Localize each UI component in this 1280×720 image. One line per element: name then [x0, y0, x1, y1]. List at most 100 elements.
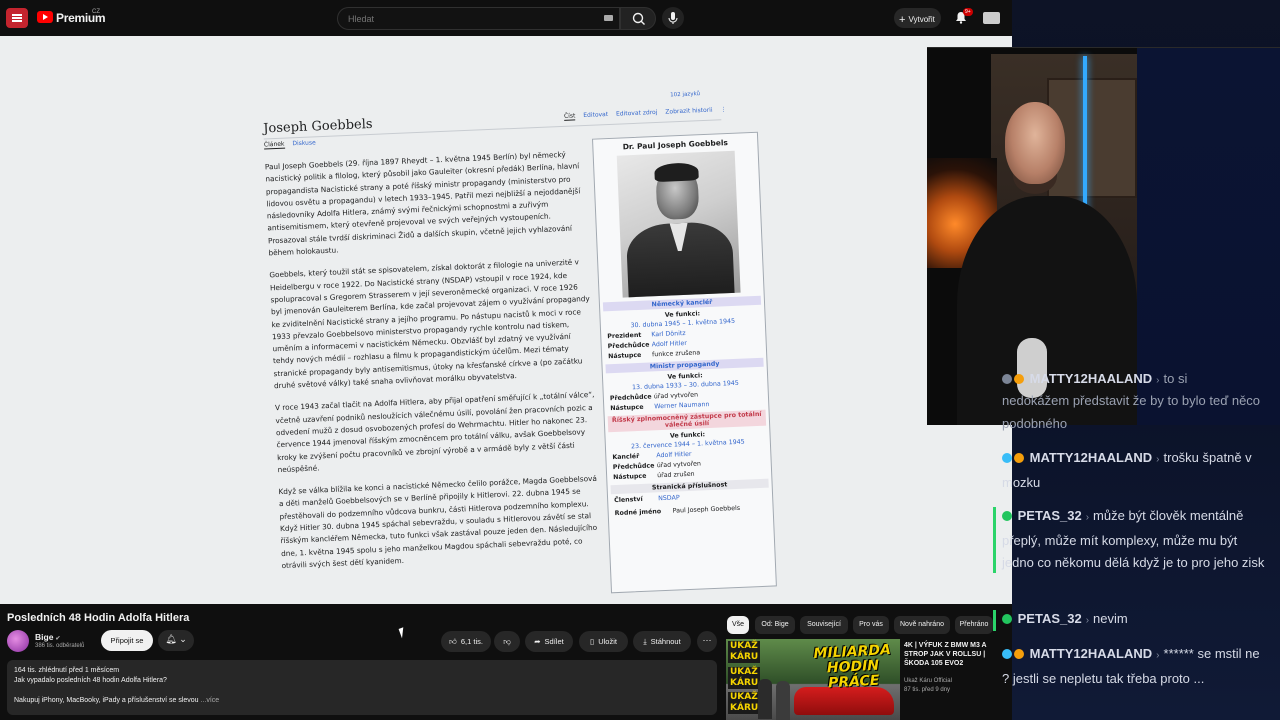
- create-button[interactable]: + Vytvořit: [894, 8, 941, 28]
- views-and-date: 164 tis. zhlédnutí před 1 měsícem: [14, 667, 120, 674]
- chip-for-you[interactable]: Pro vás: [853, 616, 889, 634]
- video-title: Posledních 48 Hodin Adolfa Hitlera: [7, 612, 190, 624]
- dislike-button[interactable]: 👎︎: [494, 631, 520, 652]
- badge-icon: [1002, 453, 1012, 463]
- more-icon: ⋮: [720, 106, 727, 114]
- chevron-right-icon: ›: [1156, 375, 1160, 386]
- chevron-right-icon: ›: [1085, 615, 1090, 626]
- youtube-topbar: Premium CZ +Vytvořit 9+: [0, 0, 1012, 36]
- wiki-action-history: Zobrazit historii: [665, 106, 713, 116]
- show-more-link[interactable]: ...více: [201, 697, 220, 704]
- badge-icon: [1014, 374, 1024, 384]
- subscriber-count: 386 tis. odběratelů: [35, 643, 85, 649]
- video-player[interactable]: 102 jazyků Joseph Goebbels Číst Editovat…: [0, 36, 1012, 604]
- search-box[interactable]: [337, 7, 620, 30]
- badge-icon: [1002, 511, 1012, 521]
- chat-username: MATTY12HAALAND: [1029, 371, 1153, 386]
- microphone-icon: [668, 12, 678, 24]
- chat-message: PETAS_32 › může být člověk mentálně přeplý…: [993, 505, 1280, 575]
- wiki-action-edit-source: Editovat zdroj: [615, 108, 658, 118]
- badge-icon: [1002, 614, 1012, 624]
- chip-related[interactable]: Související: [800, 616, 848, 634]
- bookmark-icon: ▯: [590, 637, 595, 646]
- channel-name[interactable]: Bige ✔: [35, 632, 60, 642]
- save-button[interactable]: ▯ Uložit: [579, 631, 628, 652]
- chip-watched[interactable]: Přehráno: [955, 616, 993, 634]
- youtube-logo-icon[interactable]: [37, 11, 53, 23]
- wiki-action-edit: Editovat: [583, 111, 609, 120]
- keyboard-icon[interactable]: [604, 15, 613, 21]
- like-button[interactable]: 👍︎ 6,1 tis.: [441, 631, 491, 652]
- wiki-actions: Číst Editovat Editovat zdroj Zobrazit hi…: [563, 106, 733, 121]
- chat-text: nevim: [1093, 611, 1128, 626]
- badge-icon: [1002, 649, 1012, 659]
- infobox-row: Rodné jméno Paul Joseph Goebbels: [614, 504, 741, 518]
- wiki-language-count: 102 jazyků: [670, 91, 701, 99]
- more-actions-button[interactable]: ⋯: [697, 631, 717, 652]
- wiki-paragraph: Goebbels, který toužil stát se spisovate…: [269, 257, 590, 391]
- chat-username: PETAS_32: [1017, 611, 1082, 626]
- chevron-down-icon: ⌄: [179, 634, 187, 644]
- wiki-article-body: Paul Joseph Goebbels (29. října 1897 Rhe…: [265, 148, 602, 582]
- highlight-bar: [993, 507, 996, 573]
- plus-icon: +: [899, 14, 906, 26]
- chat-username: PETAS_32: [1017, 508, 1082, 523]
- chat-message: PETAS_32 › nevim: [993, 608, 1280, 633]
- badge-icon: [1014, 649, 1024, 659]
- search-input[interactable]: [348, 14, 568, 24]
- bell-icon: 🔔︎: [165, 634, 177, 644]
- chip-all[interactable]: Vše: [727, 616, 749, 634]
- description-line: Nakupuj iPhony, MacBooky, iPady a příslu…: [14, 697, 220, 704]
- channel-avatar[interactable]: [7, 630, 29, 652]
- description-line: Jak vypadalo posledních 48 hodin Adolfa …: [14, 677, 167, 684]
- recommended-video-meta: Ukaž Káru Official 87 tis. před 9 dny: [904, 678, 952, 693]
- recommended-video-title[interactable]: 4K | VÝFUK Z BMW M3 A STROP JAK V ROLLSU…: [904, 641, 996, 668]
- wiki-tab-discussion: Diskuse: [292, 139, 316, 148]
- thumbs-up-icon: 👍︎: [449, 637, 457, 646]
- share-button[interactable]: ➦ Sdílet: [525, 631, 573, 652]
- badge-icon: [1014, 453, 1024, 463]
- chat-message: nedokážem představit že by to bylo teď n…: [993, 390, 1280, 435]
- voice-search-button[interactable]: [662, 7, 684, 29]
- search-icon: [632, 12, 645, 25]
- menu-icon[interactable]: [6, 8, 28, 28]
- thumbs-down-icon: 👎︎: [503, 637, 511, 646]
- wikipedia-page: 102 jazyků Joseph Goebbels Číst Editovat…: [250, 75, 812, 604]
- join-button[interactable]: Připojit se: [101, 630, 153, 651]
- wiki-action-read: Číst: [563, 112, 576, 121]
- chat-message: MATTY12HAALAND › to si: [993, 368, 1280, 393]
- download-button[interactable]: ⤓ Stáhnout: [633, 631, 691, 652]
- more-icon: ⋯: [702, 635, 712, 645]
- wiki-infobox: Dr. Paul Joseph Goebbels Německý kancléř…: [592, 131, 777, 594]
- share-icon: ➦: [534, 637, 541, 646]
- mouse-cursor-icon: [398, 625, 412, 639]
- chevron-right-icon: ›: [1085, 512, 1090, 523]
- chip-recently-uploaded[interactable]: Nově nahráno: [894, 616, 950, 634]
- portrait-photo: [616, 150, 741, 298]
- account-avatar[interactable]: [983, 12, 1000, 24]
- wiki-paragraph: Když se válka blížila ke konci a nacisti…: [278, 473, 598, 570]
- highlight-bar: [993, 610, 996, 631]
- chat-username: MATTY12HAALAND: [1029, 646, 1153, 661]
- chevron-right-icon: ›: [1156, 650, 1160, 661]
- chevron-right-icon: ›: [1156, 454, 1160, 465]
- thumbnail-headline: MILIARDA HODIN PRÁCE: [813, 642, 892, 692]
- badge-icon: [1002, 374, 1012, 384]
- wiki-tab-article: Článek: [263, 140, 285, 150]
- video-description[interactable]: 164 tis. zhlédnutí před 1 měsícem Jak vy…: [7, 660, 717, 715]
- country-code: CZ: [92, 9, 100, 15]
- chat-message: MATTY12HAALAND › trošku špatně v mozku: [993, 447, 1280, 494]
- recommended-video-thumbnail[interactable]: UKAŽ KÁRU UKAŽ KÁRU UKAŽ KÁRU MILIARDA H…: [726, 639, 900, 720]
- wiki-paragraph: V roce 1943 začal tlačit na Adolfa Hitle…: [274, 390, 595, 474]
- subscribe-bell-button[interactable]: 🔔︎ ⌄: [158, 630, 194, 651]
- chip-from-channel[interactable]: Od: Bige: [755, 616, 795, 634]
- stream-chat: MATTY12HAALAND › to si nedokážem představi…: [993, 368, 1280, 720]
- wiki-paragraph: Paul Joseph Goebbels (29. října 1897 Rhe…: [264, 149, 581, 258]
- search-button[interactable]: [620, 7, 656, 30]
- download-icon: ⤓: [643, 637, 647, 646]
- create-label: Vytvořit: [908, 15, 935, 24]
- wiki-article-title: Joseph Goebbels: [262, 116, 373, 137]
- chat-message: MATTY12HAALAND › ****** se mstil ne ? jest…: [993, 643, 1280, 690]
- notification-count-badge: 9+: [963, 8, 973, 16]
- chat-text: to si: [1163, 371, 1188, 386]
